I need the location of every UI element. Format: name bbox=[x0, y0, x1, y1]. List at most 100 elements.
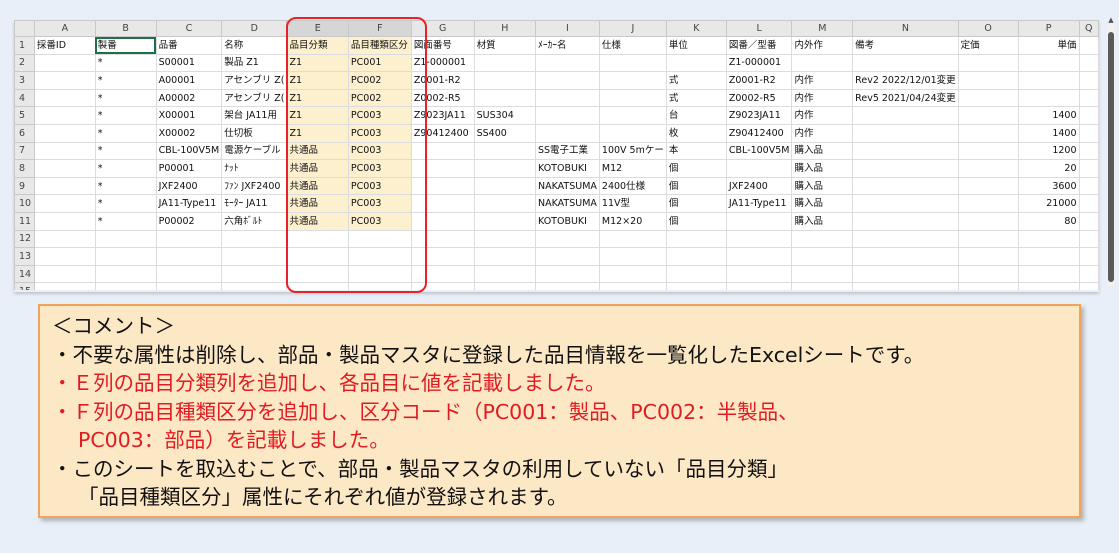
cell-j10[interactable]: 11V型 bbox=[598, 194, 667, 213]
cell-i13[interactable] bbox=[534, 247, 600, 266]
cell-b7[interactable]: * bbox=[94, 141, 157, 161]
column-header-p[interactable]: P bbox=[1017, 20, 1080, 37]
scrollbar-thumb[interactable] bbox=[1108, 32, 1114, 282]
cell-m7[interactable]: 購入品 bbox=[791, 141, 854, 161]
cell-d7[interactable]: 電源ケーブル bbox=[221, 141, 288, 161]
cell-h14[interactable] bbox=[473, 264, 536, 284]
cell-c4[interactable]: A00002 bbox=[155, 88, 223, 108]
cell-l9[interactable]: JXF2400 bbox=[725, 176, 793, 196]
cell-d12[interactable] bbox=[221, 229, 288, 249]
cell-p15[interactable] bbox=[1017, 282, 1080, 290]
cell-n2[interactable] bbox=[852, 53, 959, 73]
cell-l10[interactable]: JA11-Type11 bbox=[725, 194, 793, 213]
column-header-o[interactable]: O bbox=[957, 20, 1019, 37]
cell-g14[interactable] bbox=[410, 264, 475, 284]
cell-b6[interactable]: * bbox=[94, 123, 157, 143]
cell-e11[interactable]: 共通品 bbox=[286, 211, 349, 231]
cell-p13[interactable] bbox=[1017, 247, 1080, 266]
cell-b1[interactable]: 製番 bbox=[94, 36, 157, 55]
cell-o10[interactable] bbox=[957, 194, 1019, 213]
vertical-scrollbar[interactable]: ▲ bbox=[1107, 16, 1115, 286]
cell-j3[interactable] bbox=[598, 71, 667, 90]
cell-q2[interactable] bbox=[1078, 53, 1099, 73]
cell-i14[interactable] bbox=[534, 264, 600, 284]
cell-e2[interactable]: Z1 bbox=[286, 53, 349, 73]
cell-q14[interactable] bbox=[1078, 264, 1099, 284]
cell-l1[interactable]: 図番／型番 bbox=[725, 36, 793, 55]
cell-d14[interactable] bbox=[221, 264, 288, 284]
cell-j5[interactable] bbox=[598, 106, 667, 125]
cell-c1[interactable]: 品番 bbox=[155, 36, 223, 55]
cell-p8[interactable]: 20 bbox=[1017, 159, 1080, 178]
row-header[interactable]: 8 bbox=[14, 159, 35, 178]
cell-p7[interactable]: 1200 bbox=[1017, 141, 1080, 161]
cell-j11[interactable]: M12×20 bbox=[598, 211, 667, 231]
cell-n1[interactable]: 備考 bbox=[852, 36, 959, 55]
column-header-d[interactable]: D bbox=[221, 20, 288, 37]
cell-q8[interactable] bbox=[1078, 159, 1099, 178]
cell-p14[interactable] bbox=[1017, 264, 1080, 284]
scroll-up-arrow-icon[interactable]: ▲ bbox=[1107, 16, 1115, 24]
cell-m2[interactable] bbox=[791, 53, 854, 73]
cell-f14[interactable] bbox=[347, 264, 412, 284]
cell-n8[interactable] bbox=[852, 159, 959, 178]
cell-n3[interactable]: Rev2 2022/12/01変更 bbox=[852, 71, 959, 90]
select-all-corner[interactable] bbox=[14, 20, 35, 37]
cell-q15[interactable] bbox=[1078, 282, 1099, 290]
row-header[interactable]: 10 bbox=[14, 194, 35, 213]
cell-m8[interactable]: 購入品 bbox=[791, 159, 854, 178]
cell-m1[interactable]: 内外作 bbox=[791, 36, 854, 55]
cell-b12[interactable] bbox=[94, 229, 157, 249]
cell-a7[interactable] bbox=[33, 141, 96, 161]
cell-o13[interactable] bbox=[957, 247, 1019, 266]
cell-e10[interactable]: 共通品 bbox=[286, 194, 349, 213]
cell-q7[interactable] bbox=[1078, 141, 1099, 161]
cell-q6[interactable] bbox=[1078, 123, 1099, 143]
cell-i1[interactable]: ﾒｰｶｰ名 bbox=[534, 36, 600, 55]
cell-a2[interactable] bbox=[33, 53, 96, 73]
cell-b14[interactable] bbox=[94, 264, 157, 284]
cell-g5[interactable]: Z9023JA11 bbox=[410, 106, 475, 125]
cell-k8[interactable]: 個 bbox=[665, 159, 727, 178]
cell-k12[interactable] bbox=[665, 229, 727, 249]
column-header-h[interactable]: H bbox=[473, 20, 536, 37]
cell-k5[interactable]: 台 bbox=[665, 106, 727, 125]
cell-o4[interactable] bbox=[957, 88, 1019, 108]
cell-c14[interactable] bbox=[155, 264, 223, 284]
cell-m4[interactable]: 内作 bbox=[791, 88, 854, 108]
cell-q10[interactable] bbox=[1078, 194, 1099, 213]
cell-j15[interactable] bbox=[598, 282, 667, 290]
cell-b10[interactable]: * bbox=[94, 194, 157, 213]
cell-c8[interactable]: P00001 bbox=[155, 159, 223, 178]
cell-i9[interactable]: NAKATSUMA bbox=[534, 176, 600, 196]
cell-o5[interactable] bbox=[957, 106, 1019, 125]
cell-q3[interactable] bbox=[1078, 71, 1099, 90]
cell-f7[interactable]: PC003 bbox=[347, 141, 412, 161]
cell-p4[interactable] bbox=[1017, 88, 1080, 108]
cell-e6[interactable]: Z1 bbox=[286, 123, 349, 143]
cell-f3[interactable]: PC002 bbox=[347, 71, 412, 90]
cell-i11[interactable]: KOTOBUKI bbox=[534, 211, 600, 231]
cell-e1[interactable]: 品目分類 bbox=[286, 36, 349, 55]
cell-q9[interactable] bbox=[1078, 176, 1099, 196]
row-header[interactable]: 15 bbox=[14, 282, 35, 290]
cell-q11[interactable] bbox=[1078, 211, 1099, 231]
cell-h2[interactable] bbox=[473, 53, 536, 73]
cell-j14[interactable] bbox=[598, 264, 667, 284]
cell-i2[interactable] bbox=[534, 53, 600, 73]
cell-k9[interactable]: 個 bbox=[665, 176, 727, 196]
cell-i3[interactable] bbox=[534, 71, 600, 90]
cell-l15[interactable] bbox=[725, 282, 793, 290]
cell-k13[interactable] bbox=[665, 247, 727, 266]
cell-e15[interactable] bbox=[286, 282, 349, 290]
cell-d2[interactable]: 製品 Z1 bbox=[221, 53, 288, 73]
cell-d6[interactable]: 仕切板 bbox=[221, 123, 288, 143]
column-header-q[interactable]: Q bbox=[1078, 20, 1099, 37]
cell-k15[interactable] bbox=[665, 282, 727, 290]
cell-i12[interactable] bbox=[534, 229, 600, 249]
cell-f1[interactable]: 品目種類区分 bbox=[347, 36, 412, 55]
cell-p10[interactable]: 21000 bbox=[1017, 194, 1080, 213]
column-header-i[interactable]: I bbox=[534, 20, 600, 37]
cell-f12[interactable] bbox=[347, 229, 412, 249]
cell-n4[interactable]: Rev5 2021/04/24変更 bbox=[852, 88, 959, 108]
